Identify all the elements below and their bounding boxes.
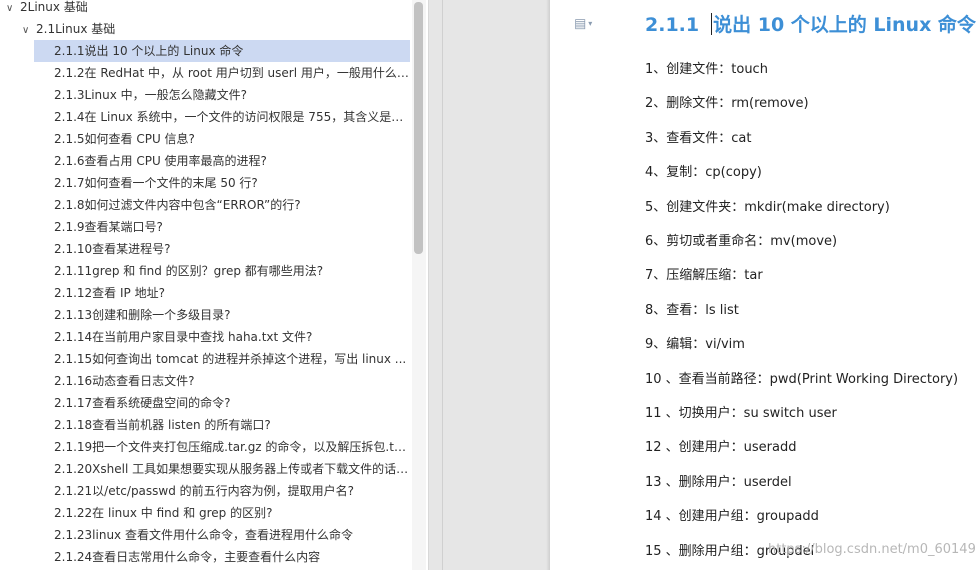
nav-item[interactable]: 2.1.16动态查看日志文件? — [34, 370, 410, 392]
nav-item[interactable]: 2.1.21以/etc/passwd 的前五行内容为例，提取用户名? — [34, 480, 410, 502]
command-list-item: 9、编辑：vi/vim — [645, 337, 745, 353]
expand-caret-icon[interactable]: ∨ — [6, 0, 20, 18]
nav-item[interactable]: 2.1.20Xshell 工具如果想要实现从服务器上传或者下载文件的话 ... — [34, 458, 410, 480]
page-gutter — [429, 0, 549, 570]
nav-item[interactable]: 2.1.2在 RedHat 中，从 root 用户切到 userl 用户，一般用… — [34, 62, 410, 84]
nav-item[interactable]: 2.1.12查看 IP 地址? — [34, 282, 410, 304]
pane-divider[interactable] — [442, 0, 443, 570]
nav-item-label: 2.1.4在 Linux 系统中，一个文件的访问权限是 755，其含义是什 ..… — [54, 110, 410, 124]
command-list-item: 7、压缩解压缩：tar — [645, 268, 763, 284]
nav-item-label: 2.1.12查看 IP 地址? — [54, 286, 165, 300]
nav-item-label: 2.1.2在 RedHat 中，从 root 用户切到 userl 用户，一般用… — [54, 66, 410, 80]
nav-item[interactable]: 2.1.14在当前用户家目录中查找 haha.txt 文件? — [34, 326, 410, 348]
nav-item-label: 2.1.9查看某端口号? — [54, 220, 163, 234]
command-list-item: 12 、创建用户：useradd — [645, 440, 797, 456]
nav-item[interactable]: 2.1.1说出 10 个以上的 Linux 命令 — [34, 40, 410, 62]
nav-item-label: 2.1.13创建和删除一个多级目录? — [54, 308, 231, 322]
expand-caret-icon[interactable]: ∨ — [22, 20, 36, 40]
section-heading: 2.1.1 说出 10 个以上的 Linux 命令 — [645, 10, 976, 40]
nav-item-label: 2.1.18查看当前机器 listen 的所有端口? — [54, 418, 271, 432]
nav-section-item[interactable]: ∨ 2.1Linux 基础 — [22, 18, 406, 40]
nav-item-label: 2.1.14在当前用户家目录中查找 haha.txt 文件? — [54, 330, 313, 344]
nav-item[interactable]: 2.1.3Linux 中，一般怎么隐藏文件? — [34, 84, 410, 106]
command-list-item: 2、删除文件：rm(remove) — [645, 96, 809, 112]
dropdown-arrow-icon: ▾ — [588, 19, 593, 28]
command-list-item: 5、创建文件夹：mkdir(make directory) — [645, 199, 890, 215]
command-list-item: 14 、创建用户组：groupadd — [645, 509, 819, 525]
command-list-item: 3、查看文件：cat — [645, 130, 752, 146]
nav-item-label: 2.1.3Linux 中，一般怎么隐藏文件? — [54, 88, 248, 102]
nav-item-label: 2.1.10查看某进程号? — [54, 242, 171, 256]
nav-item[interactable]: 2.1.23linux 查看文件用什么命令，查看进程用什么命令 — [34, 524, 410, 546]
nav-item-label: 2.1.23linux 查看文件用什么命令，查看进程用什么命令 — [54, 528, 353, 542]
nav-item[interactable]: 2.1.6查看占用 CPU 使用率最高的进程? — [34, 150, 410, 172]
navigation-pane: ∨ 2Linux 基础 ∨ 2.1Linux 基础 2.1.1说出 10 个以上的 Li… — [0, 0, 429, 570]
nav-item[interactable]: 2.1.9查看某端口号? — [34, 216, 410, 238]
document-page[interactable]: ▤ ▾ 2.1.1 说出 10 个以上的 Linux 命令 1、创建文件：touch… — [550, 0, 976, 570]
document-icon[interactable]: ▤ ▾ — [574, 16, 600, 32]
command-list-item: 13 、删除用户：userdel — [645, 474, 792, 490]
nav-item[interactable]: 2.1.10查看某进程号? — [34, 238, 410, 260]
nav-item-label: 2.1.16动态查看日志文件? — [54, 374, 195, 388]
command-list-item: 4、复制：cp(copy) — [645, 165, 762, 181]
watermark: https://blog.csdn.net/m0_60149999 — [768, 542, 976, 557]
nav-item[interactable]: 2.1.13创建和删除一个多级目录? — [34, 304, 410, 326]
nav-item[interactable]: 2.1.8如何过滤文件内容中包含“ERROR”的行? — [34, 194, 410, 216]
nav-item[interactable]: 2.1.22在 linux 中 find 和 grep 的区别? — [34, 502, 410, 524]
command-list-item: 8、查看：ls list — [645, 302, 739, 318]
nav-item-label: 2.1.5如何查看 CPU 信息? — [54, 132, 195, 146]
nav-item-label: 2.1.24查看日志常用什么命令，主要查看什么内容 — [54, 550, 321, 564]
command-list-item: 11 、切换用户：su switch user — [645, 406, 837, 421]
nav-section-item[interactable]: ∨ 2Linux 基础 — [6, 0, 406, 18]
nav-item[interactable]: 2.1.17查看系统硬盘空间的命令? — [34, 392, 410, 414]
nav-item-label: 2.1.15如何查询出 tomcat 的进程并杀掉这个进程，写出 linux .… — [54, 352, 407, 366]
command-list-item: 10 、查看当前路径：pwd(Print Working Directory) — [645, 371, 959, 387]
nav-item-label: 2.1.20Xshell 工具如果想要实现从服务器上传或者下载文件的话 ... — [54, 462, 410, 476]
nav-item-label: 2.1.21以/etc/passwd 的前五行内容为例，提取用户名? — [54, 484, 355, 498]
heading-number: 2.1.1 — [645, 14, 700, 36]
nav-item[interactable]: 2.1.4在 Linux 系统中，一个文件的访问权限是 755，其含义是什 ..… — [34, 106, 410, 128]
nav-item-label: 2.1.19把一个文件夹打包压缩成.tar.gz 的命令，以及解压拆包.ta .… — [54, 440, 410, 454]
nav-item[interactable]: 2.1.18查看当前机器 listen 的所有端口? — [34, 414, 410, 436]
nav-item[interactable]: 2.1.5如何查看 CPU 信息? — [34, 128, 410, 150]
navigation-scrollbar-thumb[interactable] — [414, 2, 423, 254]
nav-item[interactable]: 2.1.24查看日志常用什么命令，主要查看什么内容 — [34, 546, 410, 568]
nav-item[interactable]: 2.1.7如何查看一个文件的末尾 50 行? — [34, 172, 410, 194]
nav-item-label: 2.1.7如何查看一个文件的末尾 50 行? — [54, 176, 258, 190]
nav-item-label: 2Linux 基础 — [20, 0, 88, 14]
nav-item-label: 2.1Linux 基础 — [36, 22, 116, 36]
nav-item-label: 2.1.1说出 10 个以上的 Linux 命令 — [54, 44, 244, 58]
nav-item-label: 2.1.11grep 和 find 的区别？grep 都有哪些用法? — [54, 264, 324, 278]
command-list-item: 1、创建文件：touch — [645, 62, 768, 77]
nav-item[interactable]: 2.1.11grep 和 find 的区别？grep 都有哪些用法? — [34, 260, 410, 282]
nav-item-label: 2.1.8如何过滤文件内容中包含“ERROR”的行? — [54, 198, 301, 212]
nav-item[interactable]: 2.1.15如何查询出 tomcat 的进程并杀掉这个进程，写出 linux .… — [34, 348, 410, 370]
heading-title: 说出 10 个以上的 Linux 命令 — [713, 14, 976, 36]
command-list-item: 6、剪切或者重命名：mv(move) — [645, 234, 838, 249]
nav-item-label: 2.1.6查看占用 CPU 使用率最高的进程? — [54, 154, 267, 168]
nav-item-label: 2.1.22在 linux 中 find 和 grep 的区别? — [54, 506, 273, 520]
nav-item-label: 2.1.17查看系统硬盘空间的命令? — [54, 396, 231, 410]
nav-item[interactable]: 2.1.19把一个文件夹打包压缩成.tar.gz 的命令，以及解压拆包.ta .… — [34, 436, 410, 458]
text-cursor — [711, 12, 713, 35]
